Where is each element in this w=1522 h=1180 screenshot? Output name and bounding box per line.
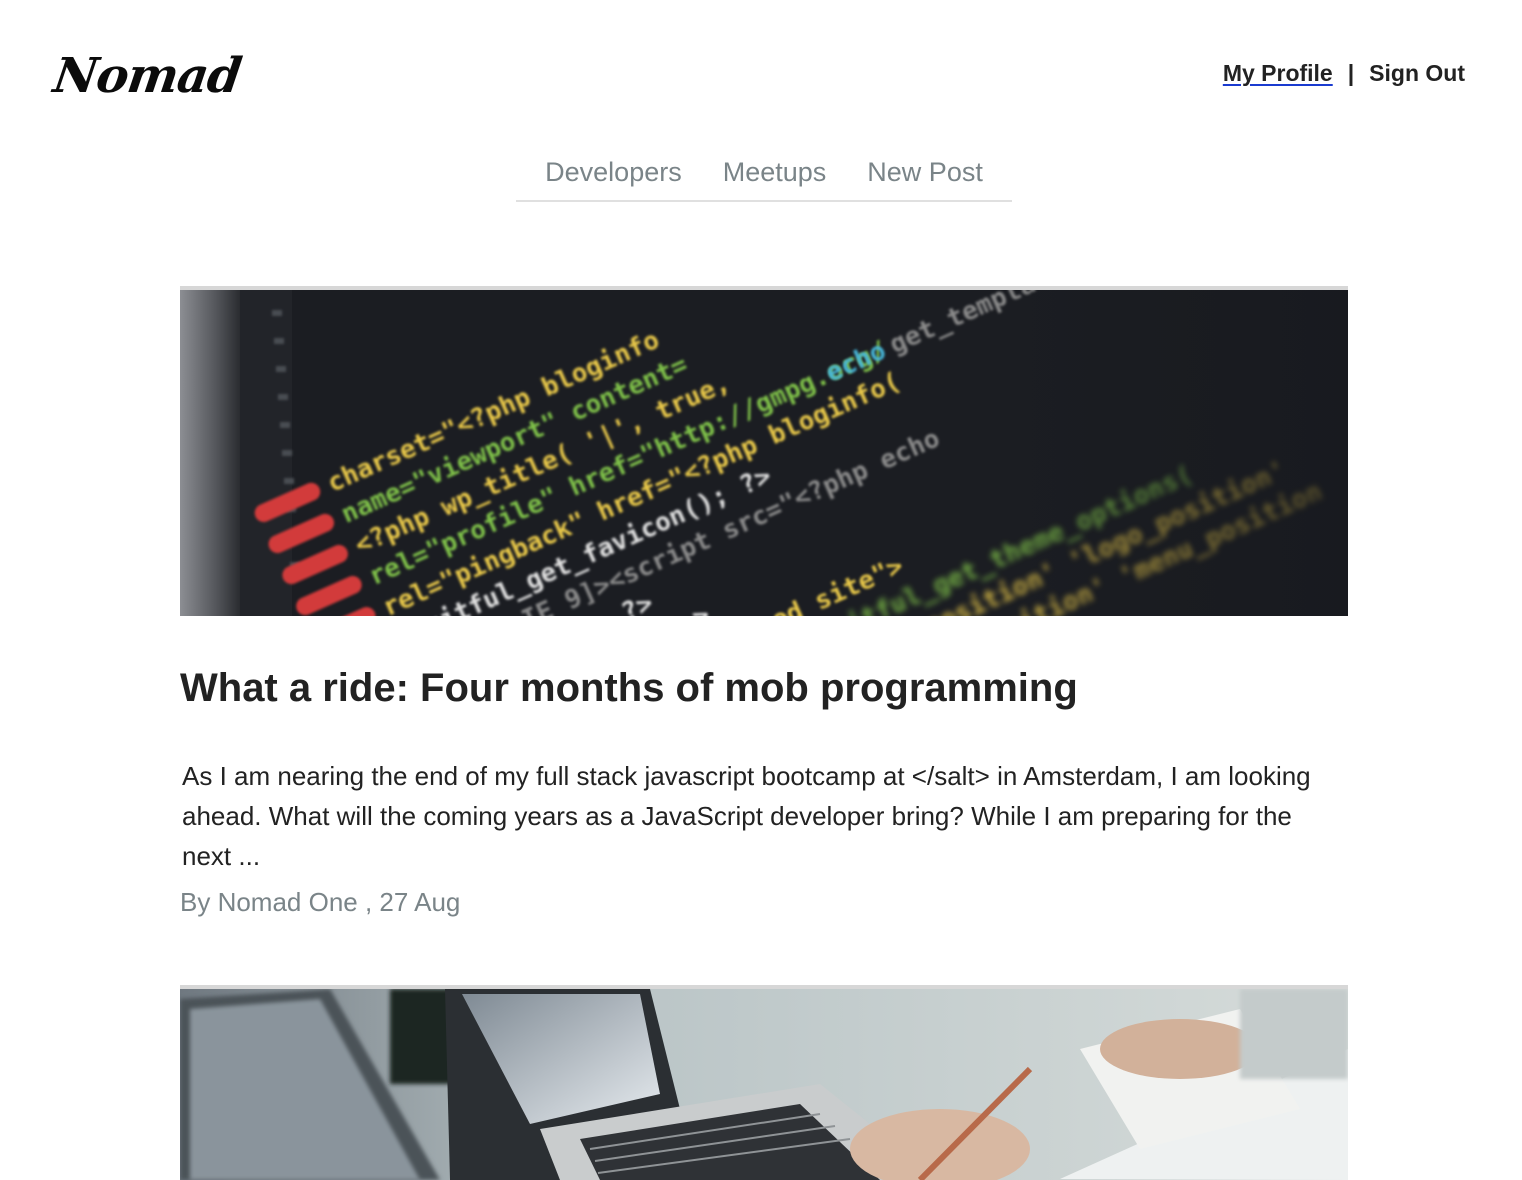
post-image-code-screen[interactable]: charset="<?php bloginfo name="viewport" … xyxy=(180,286,1348,616)
main-nav: Developers Meetups New Post xyxy=(516,152,1012,202)
post-meta: By Nomad One , 27 Aug xyxy=(180,887,460,918)
post-card xyxy=(180,985,1348,1180)
account-links: My Profile | Sign Out xyxy=(1223,60,1465,87)
post-date: 27 Aug xyxy=(379,887,461,917)
laptop-desk-photo xyxy=(180,989,1348,1180)
post-excerpt: As I am nearing the end of my full stack… xyxy=(182,761,1311,871)
logo[interactable]: Nomad xyxy=(50,48,244,104)
nav-item-new-post[interactable]: New Post xyxy=(867,152,983,200)
my-profile-link[interactable]: My Profile xyxy=(1223,60,1333,87)
nav-item-meetups[interactable]: Meetups xyxy=(723,152,827,200)
code-screen-photo: charset="<?php bloginfo name="viewport" … xyxy=(180,290,1348,616)
meta-separator: , xyxy=(357,887,380,917)
link-separator: | xyxy=(1347,60,1355,86)
post-image-laptop-desk[interactable] xyxy=(180,985,1348,1180)
post-author: By Nomad One xyxy=(180,887,358,917)
post-card: charset="<?php bloginfo name="viewport" … xyxy=(180,286,1348,917)
sign-out-link[interactable]: Sign Out xyxy=(1369,60,1465,87)
post-title[interactable]: What a ride: Four months of mob programm… xyxy=(180,666,1078,711)
page: Nomad My Profile | Sign Out Developers M… xyxy=(0,0,1522,1180)
nav-item-developers[interactable]: Developers xyxy=(545,152,682,200)
